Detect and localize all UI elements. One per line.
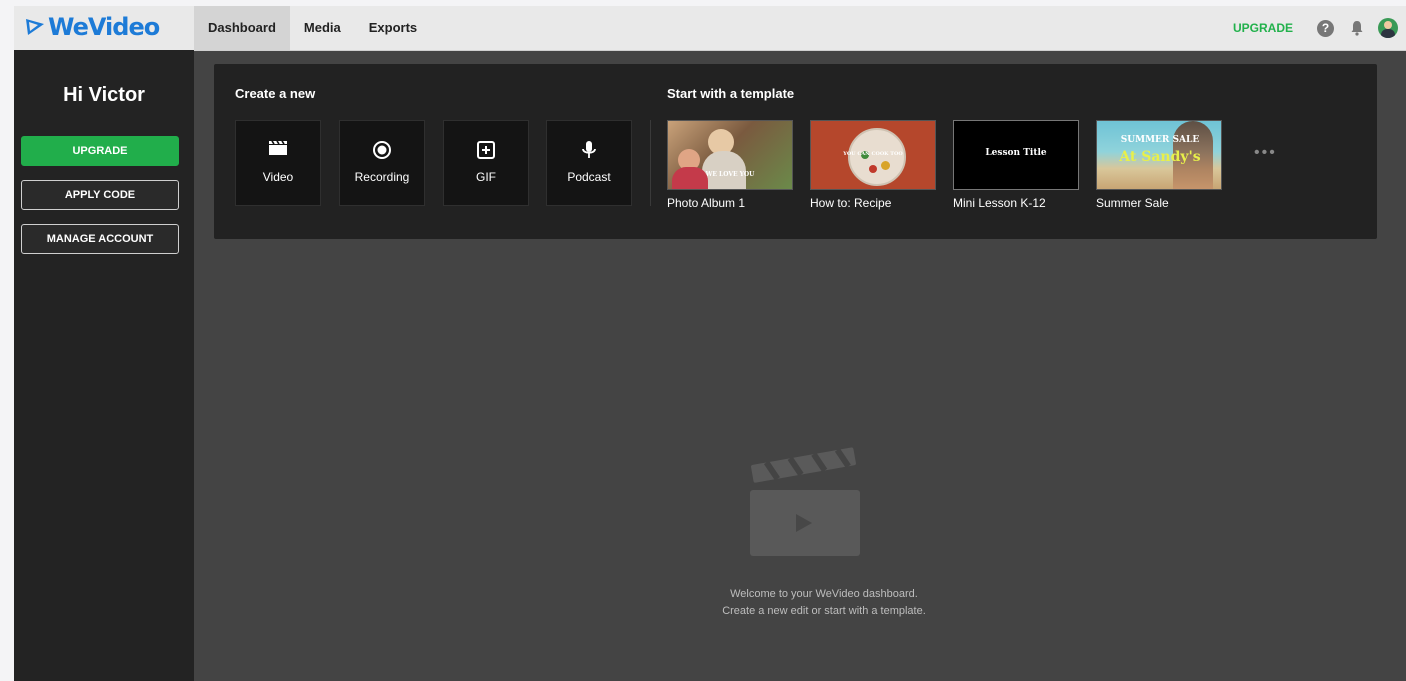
create-video-tile[interactable]: Video [235,120,321,206]
template-mini-lesson[interactable]: Lesson Title Mini Lesson K-12 [953,120,1079,210]
greeting: Hi Victor [63,84,145,106]
create-recording-tile[interactable]: Recording [339,120,425,206]
upgrade-button[interactable]: UPGRADE [21,136,179,166]
panel-divider [650,120,651,206]
template-label: Summer Sale [1096,196,1169,210]
create-panel: Create a new Video Recording GIF Podcast… [214,64,1377,239]
upgrade-link[interactable]: UPGRADE [1233,21,1293,35]
create-gif-tile[interactable]: GIF [443,120,529,206]
manage-account-button[interactable]: MANAGE ACCOUNT [21,224,179,254]
empty-state-line-1: Welcome to your WeVideo dashboard. [730,588,918,600]
tab-media[interactable]: Media [290,6,355,50]
avatar[interactable] [1378,18,1398,38]
template-summer-sale[interactable]: SUMMER SALE At Sandy's Summer Sale [1096,120,1222,210]
clapperboard-illustration-icon [750,447,860,556]
top-bar: WeVideo Dashboard Media Exports UPGRADE … [14,6,1406,51]
template-thumbnail: YOU CAN COOK TOO [810,120,936,190]
logo[interactable]: WeVideo [14,6,194,50]
thumbnail-text: SUMMER SALE [1120,135,1200,145]
template-thumbnail: Lesson Title [953,120,1079,190]
thumbnail-text-secondary: At Sandy's [1119,149,1201,165]
thumbnail-text: WE LOVE YOU [705,171,755,178]
thumbnail-text: YOU CAN COOK TOO [843,151,903,157]
template-recipe[interactable]: YOU CAN COOK TOO How to: Recipe [810,120,936,210]
tab-exports[interactable]: Exports [355,6,431,50]
more-templates-button[interactable]: ••• [1254,144,1277,162]
template-label: How to: Recipe [810,196,892,210]
thumbnail-text: Lesson Title [985,148,1047,158]
empty-state-message: Welcome to your WeVideo dashboard. Creat… [574,586,1074,620]
tab-dashboard[interactable]: Dashboard [194,6,290,50]
empty-state-line-2: Create a new edit or start with a templa… [722,605,926,617]
help-icon[interactable]: ? [1317,19,1334,37]
main-nav: Dashboard Media Exports [194,6,431,50]
logo-text: WeVideo [48,13,160,41]
clapperboard-icon [269,140,287,155]
gif-icon [477,141,495,159]
template-thumbnail: SUMMER SALE At Sandy's [1096,120,1222,190]
sidebar: Hi Victor UPGRADE APPLY CODE MANAGE ACCO… [14,50,194,681]
template-heading: Start with a template [667,86,795,101]
record-icon [373,141,391,159]
logo-play-icon [26,19,44,35]
bell-icon[interactable] [1350,20,1364,36]
create-podcast-tile[interactable]: Podcast [546,120,632,206]
template-label: Photo Album 1 [667,196,746,210]
video-label: Video [262,170,294,184]
template-thumbnail: WE LOVE YOU [667,120,793,190]
top-right-controls: UPGRADE ? [1233,6,1406,50]
app-window: WeVideo Dashboard Media Exports UPGRADE … [14,6,1406,681]
microphone-icon [582,141,596,158]
template-label: Mini Lesson K-12 [953,196,1046,210]
apply-code-button[interactable]: APPLY CODE [21,180,179,210]
podcast-label: Podcast [567,170,611,184]
recording-label: Recording [354,170,410,184]
template-photo-album[interactable]: WE LOVE YOU Photo Album 1 [667,120,793,210]
create-heading: Create a new [235,86,316,101]
gif-label: GIF [476,170,496,184]
